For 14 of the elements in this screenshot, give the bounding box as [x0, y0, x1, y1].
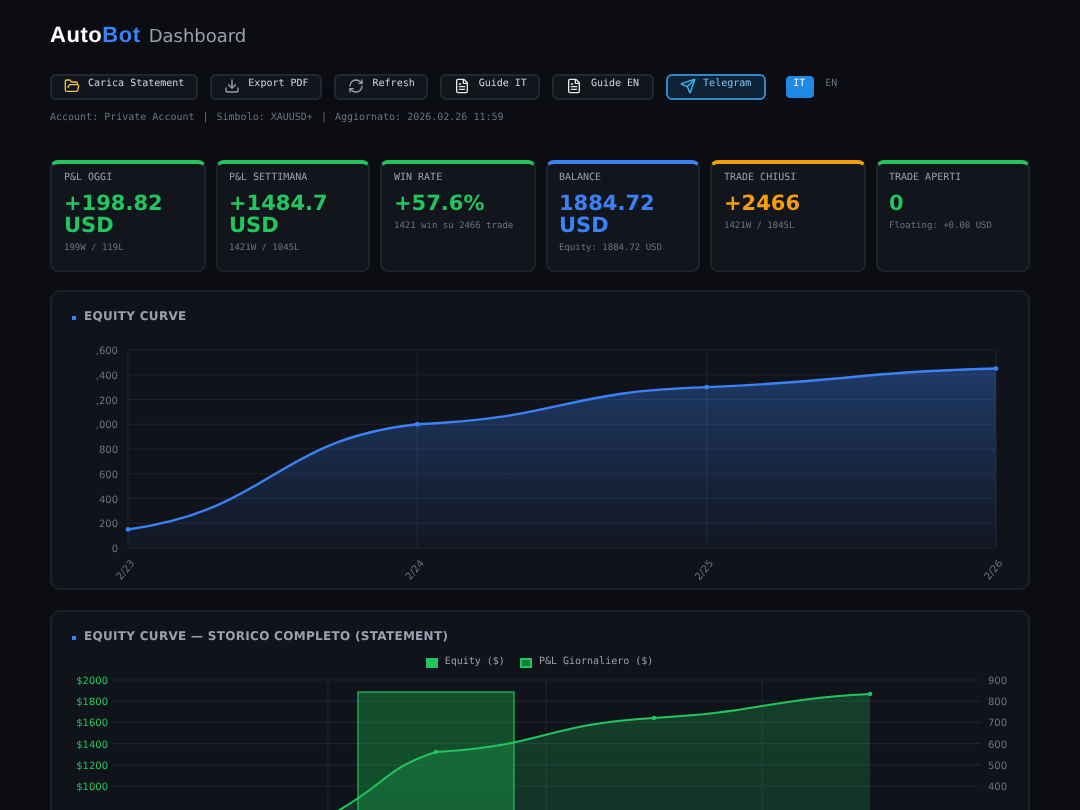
folder-icon: [64, 78, 80, 94]
page-title: Dashboard: [148, 26, 247, 52]
refresh-icon: [348, 78, 365, 94]
card-value: +2466: [724, 193, 803, 215]
card-value: +57.6%: [394, 193, 487, 215]
file-icon: [566, 78, 583, 94]
send-icon: [679, 78, 696, 94]
file-icon: [454, 78, 471, 94]
card-value: +1484.7 USD: [229, 193, 330, 237]
download-icon: [224, 78, 241, 94]
card-value: 1884.72 USD: [559, 193, 657, 237]
brand-logo: AutoBot: [50, 22, 141, 52]
card-value: +198.82 USD: [64, 193, 165, 237]
card-value: 0: [889, 193, 906, 215]
